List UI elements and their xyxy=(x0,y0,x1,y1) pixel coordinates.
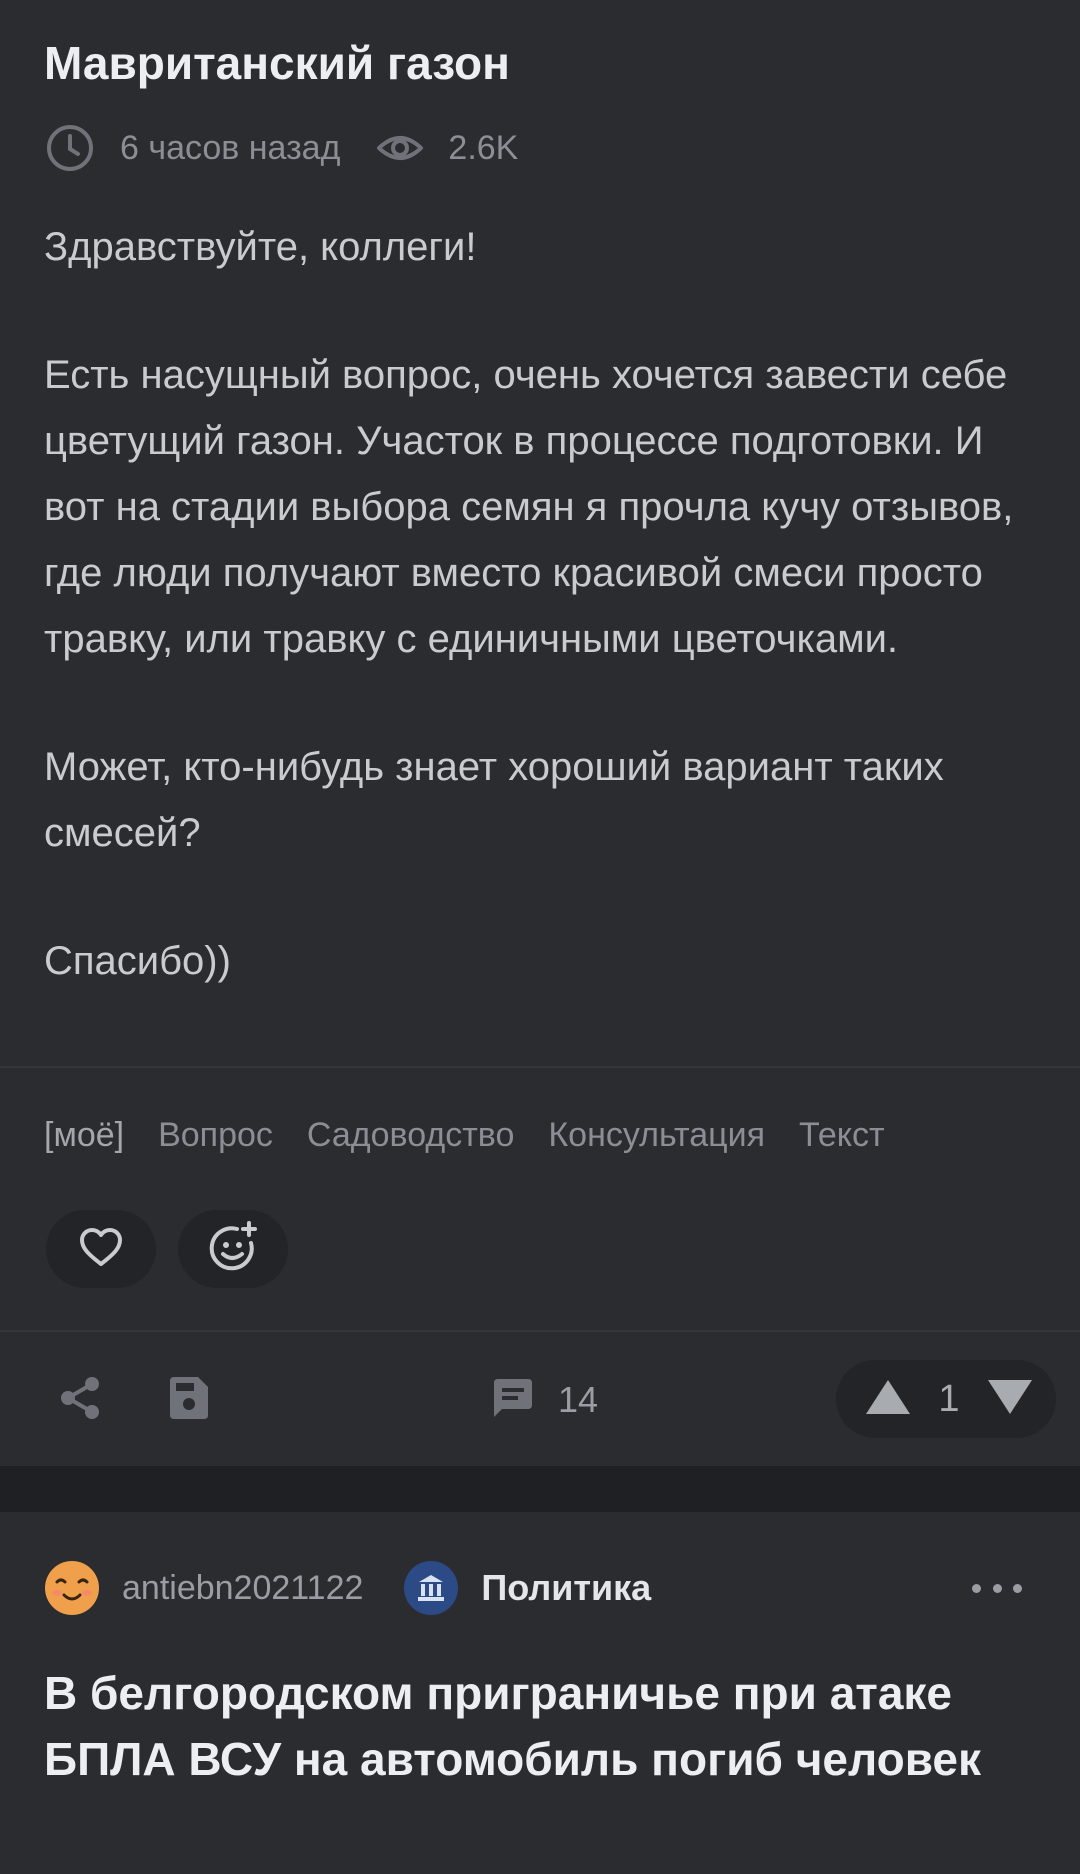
comment-icon xyxy=(490,1375,536,1426)
government-building-icon[interactable] xyxy=(403,1560,459,1616)
smiley-avatar-icon[interactable] xyxy=(44,1560,100,1616)
clock-icon xyxy=(44,122,96,174)
paragraph: Здравствуйте, коллеги! xyxy=(44,225,477,269)
rating-value: 1 xyxy=(938,1377,960,1420)
tag-gardening[interactable]: Садоводство xyxy=(307,1116,514,1155)
comments-button[interactable]: 14 xyxy=(490,1372,610,1428)
eye-icon xyxy=(376,122,424,174)
like-button[interactable] xyxy=(46,1210,156,1288)
add-reaction-button[interactable] xyxy=(178,1210,288,1288)
dot xyxy=(992,1583,1002,1593)
triangle-up-icon xyxy=(866,1379,910,1414)
heart-icon xyxy=(78,1226,124,1273)
share-icon xyxy=(56,1374,104,1427)
downvote-button[interactable] xyxy=(986,1378,1034,1421)
paragraph: Спасибо)) xyxy=(44,939,231,983)
post-body: Здравствуйте, коллеги! Есть насущный воп… xyxy=(44,214,1044,994)
post-views: 2.6K xyxy=(448,128,519,167)
comments-count: 14 xyxy=(558,1379,599,1420)
save-icon xyxy=(166,1375,210,1426)
post-card: Мавританский газон 6 часов назад 2.6K Зд… xyxy=(0,0,1080,1466)
tag-mine[interactable]: [моё] xyxy=(44,1116,124,1155)
divider xyxy=(0,1330,1080,1332)
rating-control: 1 xyxy=(836,1360,1056,1438)
tag-text[interactable]: Текст xyxy=(799,1116,885,1155)
triangle-down-icon xyxy=(987,1379,1032,1414)
divider xyxy=(0,1066,1080,1068)
next-post-card: antiebn2021122 Политика В белгородском п… xyxy=(0,1512,1080,1874)
add-emoji-icon xyxy=(207,1220,259,1278)
tag-question[interactable]: Вопрос xyxy=(158,1116,273,1155)
author-name[interactable]: antiebn2021122 xyxy=(122,1569,363,1608)
post-title[interactable]: Мавританский газон xyxy=(44,36,510,90)
save-button[interactable] xyxy=(162,1374,214,1426)
post-time: 6 часов назад xyxy=(120,128,341,167)
tag-list: [моё] Вопрос Садоводство Консультация Те… xyxy=(44,1110,919,1160)
paragraph: Может, кто-нибудь знает хороший вариант … xyxy=(44,745,944,855)
tag-consultation[interactable]: Консультация xyxy=(548,1116,765,1155)
paragraph: Есть насущный вопрос, очень хочется заве… xyxy=(44,353,1014,661)
post-author-row: antiebn2021122 Политика xyxy=(44,1560,651,1616)
dot xyxy=(1013,1583,1022,1593)
more-dots-icon[interactable] xyxy=(972,1576,1022,1600)
dot xyxy=(972,1583,981,1593)
upvote-button[interactable] xyxy=(864,1378,912,1421)
next-post-title[interactable]: В белгородском приграничье при атаке БПЛ… xyxy=(44,1660,1044,1792)
share-button[interactable] xyxy=(52,1374,108,1426)
community-name[interactable]: Политика xyxy=(481,1567,651,1609)
post-meta: 6 часов назад 2.6K xyxy=(44,122,518,174)
